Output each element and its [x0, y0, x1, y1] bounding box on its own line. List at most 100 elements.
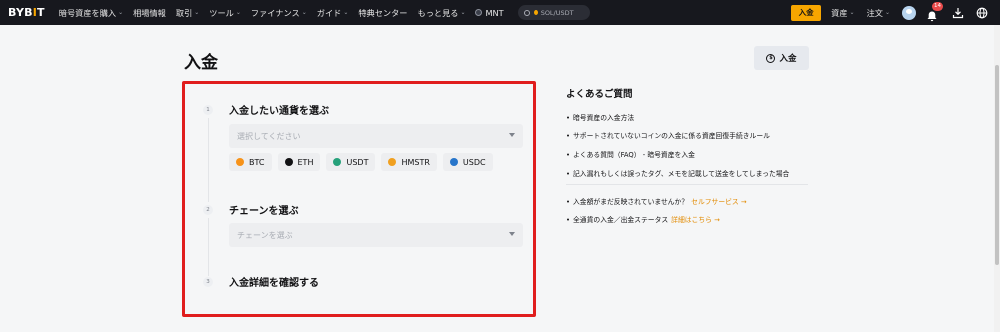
chevron-down-icon: ⌄: [235, 9, 241, 16]
search-icon: [523, 9, 530, 16]
faq-item[interactable]: 記入漏れもしくは誤ったタグ、メモを記載して送金をしてしまった場合: [566, 168, 789, 178]
chevron-down-icon: ⌄: [884, 9, 890, 16]
faq-item[interactable]: サポートされていないコインの入金に係る資産回復手続きルール: [566, 130, 770, 140]
mnt-label: MNT: [485, 7, 504, 18]
nav-item-label: 取引: [175, 7, 193, 18]
notification-bell-icon[interactable]: 14: [926, 1, 943, 21]
chain-select-placeholder: チェーンを選ぶ: [237, 230, 293, 240]
nav-item-rewards[interactable]: 特典センター: [358, 7, 407, 19]
step-connector: [207, 118, 209, 202]
faq-item-text: サポートされていないコインの入金に係る資産回復手続きルール: [573, 132, 770, 140]
faq-item-text: 記入漏れもしくは誤ったタグ、メモを記載して送金をしてしまった場合: [573, 170, 790, 178]
coin-label: ETH: [297, 157, 314, 167]
caret-down-icon: [509, 232, 515, 236]
nav-item-label: ファイナンス: [250, 7, 300, 18]
scrollbar[interactable]: [994, 25, 1000, 332]
step-3-number: 3: [203, 277, 213, 287]
nav-item-label: 資産: [831, 7, 848, 18]
chevron-down-icon: ⌄: [460, 9, 466, 16]
top-nav: BYBIT 暗号資産を購入 ⌄ 相場情報 取引 ⌄ ツール ⌄ ファイナンス ⌄ ガイド…: [0, 0, 1000, 25]
nav-item-finance[interactable]: ファイナンス ⌄: [251, 7, 307, 19]
faq-item[interactable]: よくある質問（FAQ） - 暗号資産を入金: [566, 149, 695, 159]
coin-chip-usdt[interactable]: USDT: [326, 153, 376, 171]
chevron-down-icon: ⌄: [343, 9, 349, 16]
globe-icon[interactable]: [976, 7, 988, 19]
chevron-down-icon: ⌄: [301, 9, 307, 16]
deposit-shortcut-label: 入金: [779, 54, 797, 64]
usdc-icon: [449, 158, 458, 166]
nav-item-orders[interactable]: 注文 ⌄: [867, 7, 890, 19]
nav-item-label: 暗号資産を購入: [58, 7, 117, 18]
coin-chip-eth[interactable]: ETH: [277, 153, 321, 171]
currency-select-placeholder: 選択してください: [237, 131, 301, 141]
deposit-shortcut-button[interactable]: $ 入金: [754, 46, 809, 70]
self-service-link[interactable]: セルフサービス →: [691, 198, 746, 206]
deposit-form: 1 入金したい通貨を選ぶ 選択してください BTC ETH USDT HMSTR…: [182, 81, 536, 317]
faq-item-text: よくある質問（FAQ） - 暗号資産を入金: [573, 151, 695, 159]
usdt-icon: [333, 158, 342, 166]
coin-chip-btc[interactable]: BTC: [229, 153, 272, 171]
logo-text: BYB: [8, 6, 33, 19]
chevron-down-icon: ⌄: [194, 9, 200, 16]
mnt-icon: [475, 9, 483, 16]
step-1-number: 1: [203, 105, 213, 115]
chevron-down-icon: ⌄: [849, 9, 855, 16]
step-1-title: 入金したい通貨を選ぶ: [229, 106, 329, 117]
bybit-logo[interactable]: BYBIT: [8, 6, 45, 19]
nav-item-label: 特典センター: [358, 7, 408, 18]
nav-item-label: ガイド: [316, 7, 342, 18]
nav-item-label: もっと見る: [417, 7, 459, 18]
nav-item-label: 注文: [866, 7, 883, 18]
pending-deposit-help: 入金額がまだ反映されていませんか？セルフサービス →: [566, 196, 747, 206]
nav-right: 入金 資産 ⌄ 注文 ⌄ 14: [791, 0, 1000, 25]
faq-item[interactable]: 暗号資産の入金方法: [566, 112, 634, 122]
bell-icon: [927, 11, 937, 21]
search-input[interactable]: SOL/USDT: [517, 5, 590, 20]
divider: [566, 184, 808, 185]
nav-menu: 暗号資産を購入 ⌄ 相場情報 取引 ⌄ ツール ⌄ ファイナンス ⌄ ガイド ⌄ 特典セン…: [59, 5, 590, 20]
notification-badge: 14: [932, 1, 943, 11]
coin-chip-hmstr[interactable]: HMSTR: [381, 153, 437, 171]
coin-icon: $: [766, 53, 776, 63]
currency-select[interactable]: 選択してください: [229, 124, 523, 148]
nav-item-buy-crypto[interactable]: 暗号資産を購入 ⌄: [59, 7, 123, 19]
coin-chip-usdc[interactable]: USDC: [442, 153, 493, 171]
nav-item-markets[interactable]: 相場情報: [133, 7, 166, 19]
nav-item-guide[interactable]: ガイド ⌄: [317, 7, 349, 19]
coin-label: USDT: [346, 157, 369, 167]
popular-coins: BTC ETH USDT HMSTR USDC: [229, 153, 499, 171]
download-icon[interactable]: [952, 7, 964, 19]
step-connector: [207, 218, 209, 276]
nav-item-mnt[interactable]: MNT: [475, 7, 504, 18]
logo-text-end: T: [37, 6, 45, 19]
search-placeholder: SOL/USDT: [540, 8, 574, 17]
hot-icon: [533, 10, 538, 15]
eth-icon: [284, 158, 293, 166]
details-link[interactable]: 詳細はこちら →: [671, 216, 720, 224]
deposit-button[interactable]: 入金: [791, 4, 822, 21]
deposit-status-help: 全通貨の入金／出金ステータス詳細はこちら →: [566, 214, 720, 224]
coin-label: HMSTR: [401, 157, 430, 167]
hmstr-icon: [388, 158, 397, 166]
caret-down-icon: [509, 133, 515, 137]
btc-icon: [236, 158, 244, 166]
nav-item-tools[interactable]: ツール ⌄: [209, 7, 241, 19]
page-title: 入金: [184, 53, 218, 73]
step-2-number: 2: [203, 205, 213, 215]
nav-item-label: 相場情報: [133, 7, 166, 18]
chain-select[interactable]: チェーンを選ぶ: [229, 223, 523, 247]
avatar[interactable]: [902, 5, 916, 20]
scrollbar-thumb[interactable]: [995, 65, 999, 265]
nav-item-trade[interactable]: 取引 ⌄: [176, 7, 199, 19]
step-3-title: 入金詳細を確認する: [229, 278, 319, 289]
nav-item-more[interactable]: もっと見る ⌄: [418, 7, 466, 19]
step-2-title: チェーンを選ぶ: [229, 206, 299, 217]
coin-label: BTC: [249, 157, 265, 167]
coin-label: USDC: [462, 157, 486, 167]
nav-item-label: ツール: [209, 7, 234, 18]
nav-item-assets[interactable]: 資産 ⌄: [831, 7, 854, 19]
help-text: 入金額がまだ反映されていませんか？: [573, 198, 689, 206]
help-text: 全通貨の入金／出金ステータス: [573, 216, 669, 224]
faq-title: よくあるご質問: [566, 89, 633, 100]
chevron-down-icon: ⌄: [118, 9, 124, 16]
